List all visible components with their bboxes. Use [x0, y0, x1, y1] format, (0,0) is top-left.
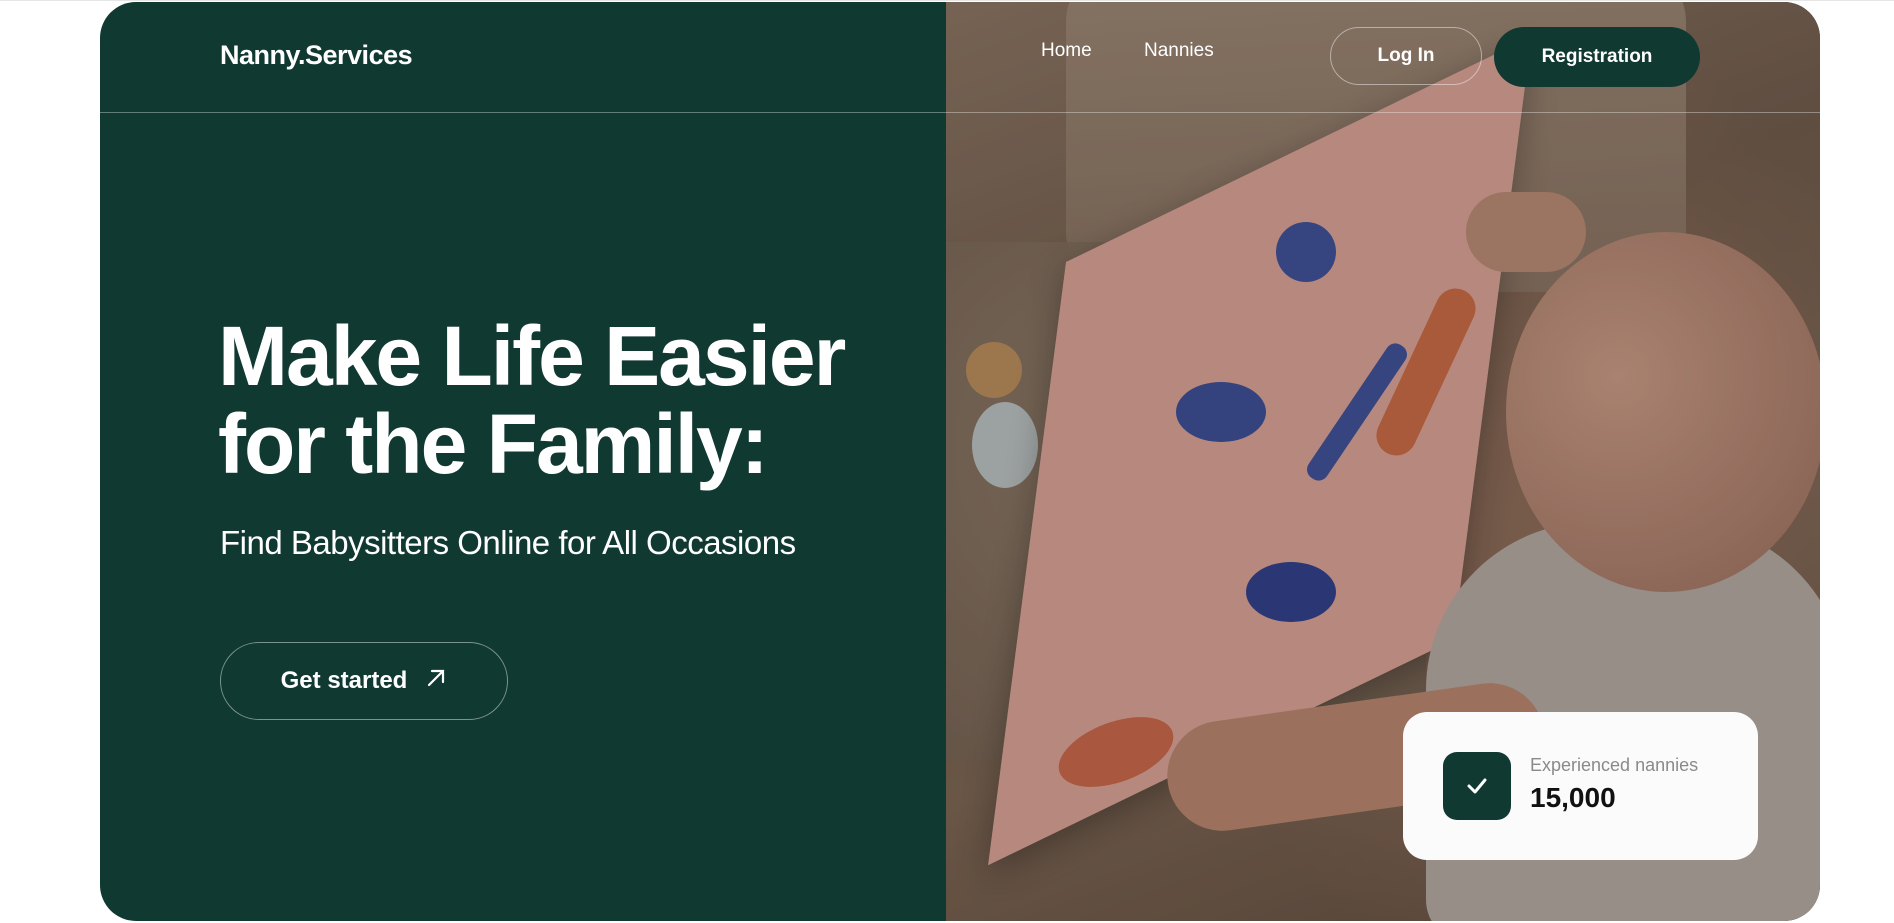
registration-button[interactable]: Registration [1494, 27, 1700, 87]
stat-value: 15,000 [1530, 782, 1616, 813]
get-started-button[interactable]: Get started [220, 642, 508, 720]
get-started-label: Get started [280, 667, 408, 694]
login-button[interactable]: Log In [1330, 27, 1482, 85]
arrow-up-right-icon [425, 667, 447, 696]
hero-subtitle: Find Babysitters Online for All Occasion… [220, 524, 796, 561]
stat-label: Experienced nannies [1530, 755, 1699, 775]
site-logo[interactable]: Nanny.Services [220, 40, 413, 71]
hero-title: Make Life Easier for the Family: [218, 309, 846, 491]
check-icon [1443, 752, 1511, 820]
stat-card: Experienced nannies 15,000 [1403, 712, 1758, 860]
nav-link-home[interactable]: Home [1041, 40, 1092, 62]
nav-link-nannies[interactable]: Nannies [1144, 40, 1214, 62]
header-divider [100, 112, 1820, 113]
hero-section: Nanny.Services Home Nannies Log In Regis… [100, 2, 1820, 921]
page-top-border [0, 0, 1894, 1]
